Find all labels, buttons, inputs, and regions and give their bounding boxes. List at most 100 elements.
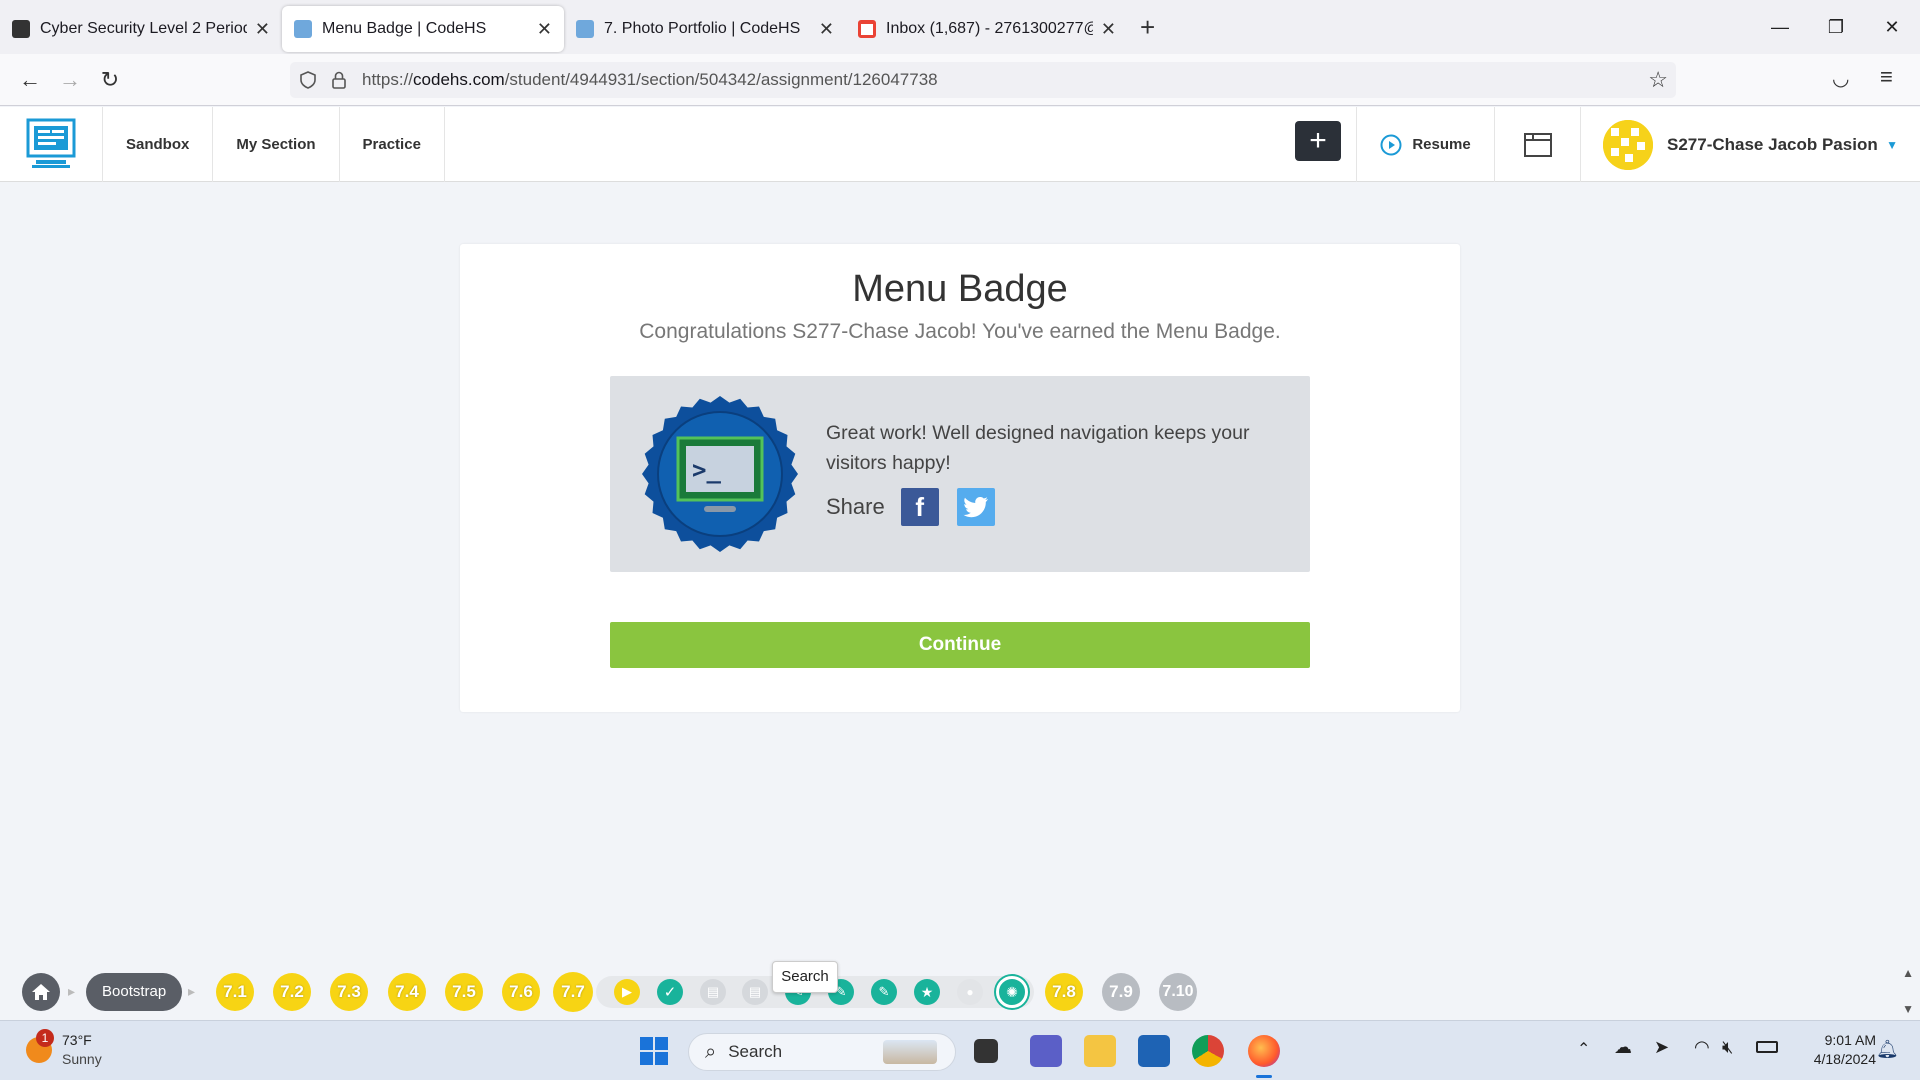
pencil-icon[interactable]: ✎ <box>871 979 897 1005</box>
home-button[interactable] <box>22 973 60 1011</box>
teams-icon[interactable] <box>1030 1035 1062 1067</box>
lesson-progress-bar: ▸ Bootstrap ▸ 7.1 7.2 7.3 7.4 7.5 7.6 7.… <box>0 961 1920 1020</box>
active-app-indicator <box>1256 1075 1272 1078</box>
window-controls: — ❐ ✕ <box>1752 0 1920 54</box>
facebook-share-button[interactable]: f <box>900 488 939 526</box>
lock-icon[interactable]: ● <box>957 979 983 1005</box>
bookmark-star-icon[interactable]: ☆ <box>1648 67 1668 93</box>
file-explorer-icon[interactable] <box>1084 1035 1116 1067</box>
task-view-icon[interactable] <box>974 1039 998 1063</box>
progress-node-7-1[interactable]: 7.1 <box>216 973 254 1011</box>
minimize-icon[interactable]: — <box>1752 0 1808 54</box>
weather-condition: Sunny <box>62 1051 102 1067</box>
browser-tab-photo-portfolio[interactable]: 7. Photo Portfolio | CodeHS ✕ <box>564 6 846 52</box>
restore-icon[interactable]: ❐ <box>1808 0 1864 54</box>
browser-tab-strip: Cyber Security Level 2 Period 2 ✕ Menu B… <box>0 0 1920 54</box>
badge-current-icon[interactable]: ✺ <box>996 976 1028 1008</box>
browser-tab-gmail[interactable]: Inbox (1,687) - 2761300277@k1 ✕ <box>846 6 1128 52</box>
star-icon[interactable]: ★ <box>914 979 940 1005</box>
codehs-icon <box>294 20 312 38</box>
progress-node-7-10[interactable]: 7.10 <box>1159 973 1197 1011</box>
progress-node-7-2[interactable]: 7.2 <box>273 973 311 1011</box>
browser-tab-menu-badge[interactable]: Menu Badge | CodeHS ✕ <box>282 6 564 52</box>
progress-node-7-4[interactable]: 7.4 <box>388 973 426 1011</box>
create-plus-button[interactable]: + <box>1295 121 1341 161</box>
window-layout-button[interactable] <box>1494 107 1580 182</box>
continue-button[interactable]: Continue <box>610 622 1310 668</box>
onedrive-icon[interactable]: ☁ <box>1614 1037 1632 1058</box>
close-tab-icon[interactable]: ✕ <box>537 19 552 40</box>
chevron-right-icon: ▸ <box>188 983 196 999</box>
avatar <box>1603 119 1653 170</box>
resume-button[interactable]: Resume <box>1356 107 1494 182</box>
computer-logo-icon <box>26 118 76 168</box>
forward-icon[interactable]: → <box>50 67 90 93</box>
codehs-logo[interactable] <box>0 106 103 182</box>
facebook-icon: f <box>915 491 925 522</box>
quiz-check-icon[interactable]: ✓ <box>657 979 683 1005</box>
temperature: 73°F <box>62 1032 92 1048</box>
progress-node-7-7[interactable]: 7.7 <box>553 972 593 1012</box>
nav-practice[interactable]: Practice <box>340 106 445 182</box>
close-window-icon[interactable]: ✕ <box>1864 0 1920 54</box>
weather-widget[interactable]: 1 73°F Sunny <box>26 1029 102 1069</box>
codehs-icon <box>576 20 594 38</box>
notification-bell-icon[interactable]: 🔔︎ <box>1876 1039 1899 1060</box>
system-clock[interactable]: 9:01 AM 4/18/2024 <box>1796 1031 1876 1069</box>
battery-icon[interactable] <box>1756 1041 1778 1053</box>
codehs-header: Sandbox My Section Practice + Resume S27… <box>0 106 1920 182</box>
clock-time: 9:01 AM <box>1824 1032 1876 1048</box>
close-tab-icon[interactable]: ✕ <box>255 19 270 40</box>
play-circle-icon <box>1380 134 1402 155</box>
badge-card: Menu Badge Congratulations S277-Chase Ja… <box>460 244 1460 712</box>
menu-icon[interactable]: ≡ <box>1880 64 1893 90</box>
close-tab-icon[interactable]: ✕ <box>819 19 834 40</box>
page-title: Menu Badge <box>852 268 1068 310</box>
shield-icon[interactable] <box>298 70 318 90</box>
start-button[interactable] <box>640 1037 668 1065</box>
windows-taskbar: 1 73°F Sunny ⌕ Search ⌃ ☁ ➤ ◠ 🔇︎ 9:01 AM… <box>0 1020 1920 1080</box>
url-host: codehs.com <box>413 70 505 89</box>
pocket-icon[interactable]: ◡ <box>1832 66 1849 91</box>
back-icon[interactable]: ← <box>10 67 50 93</box>
new-tab-button[interactable]: + <box>1140 12 1155 43</box>
lock-icon[interactable] <box>330 70 348 90</box>
progress-node-7-9[interactable]: 7.9 <box>1102 973 1140 1011</box>
browser-toolbar: ← → ↻ https://codehs.com/student/4944931… <box>0 54 1920 106</box>
microsoft-store-icon[interactable] <box>1138 1035 1170 1067</box>
progress-node-7-5[interactable]: 7.5 <box>445 973 483 1011</box>
taskbar-search[interactable]: ⌕ Search <box>688 1033 956 1071</box>
close-tab-icon[interactable]: ✕ <box>1101 19 1116 40</box>
breadcrumb[interactable]: Bootstrap <box>86 973 183 1011</box>
user-menu[interactable]: S277-Chase Jacob Pasion ▼ <box>1580 107 1920 182</box>
scroll-down-icon[interactable]: ▼ <box>1902 1002 1914 1016</box>
progress-node-7-8[interactable]: 7.8 <box>1045 973 1083 1011</box>
volume-muted-icon[interactable]: 🔇︎ <box>1722 1037 1733 1058</box>
nav-my-section[interactable]: My Section <box>213 106 340 182</box>
location-icon[interactable]: ➤ <box>1654 1037 1669 1058</box>
nav-sandbox[interactable]: Sandbox <box>103 106 214 182</box>
tooltip: Search <box>772 961 838 993</box>
browser-window-icon <box>1523 132 1552 157</box>
wifi-icon[interactable]: ◠ <box>1694 1037 1710 1058</box>
progress-node-7-3[interactable]: 7.3 <box>330 973 368 1011</box>
search-placeholder: Search <box>728 1042 783 1061</box>
user-name: S277-Chase Jacob Pasion <box>1667 134 1878 154</box>
url-path: /student/4944931/section/504342/assignme… <box>504 70 938 89</box>
chrome-icon[interactable] <box>1192 1035 1224 1067</box>
share-label: Share <box>826 494 885 519</box>
progress-node-7-6[interactable]: 7.6 <box>502 973 540 1011</box>
reload-icon[interactable]: ↻ <box>90 67 130 93</box>
chevron-up-icon[interactable]: ⌃ <box>1577 1039 1590 1059</box>
congratulations-text: Congratulations S277-Chase Jacob! You've… <box>639 320 1281 343</box>
scroll-up-icon[interactable]: ▲ <box>1902 966 1914 980</box>
document-icon[interactable]: ▤ <box>742 979 768 1005</box>
home-icon <box>32 984 50 1000</box>
twitter-share-button[interactable] <box>956 488 995 526</box>
badge-panel: >_ Great work! Well designed navigation … <box>610 376 1310 572</box>
video-icon[interactable]: ▶ <box>614 979 640 1005</box>
document-icon[interactable]: ▤ <box>700 979 726 1005</box>
browser-tab-classroom[interactable]: Cyber Security Level 2 Period 2 ✕ <box>0 6 282 52</box>
firefox-icon[interactable] <box>1248 1035 1280 1067</box>
url-bar[interactable]: https://codehs.com/student/4944931/secti… <box>290 62 1676 98</box>
